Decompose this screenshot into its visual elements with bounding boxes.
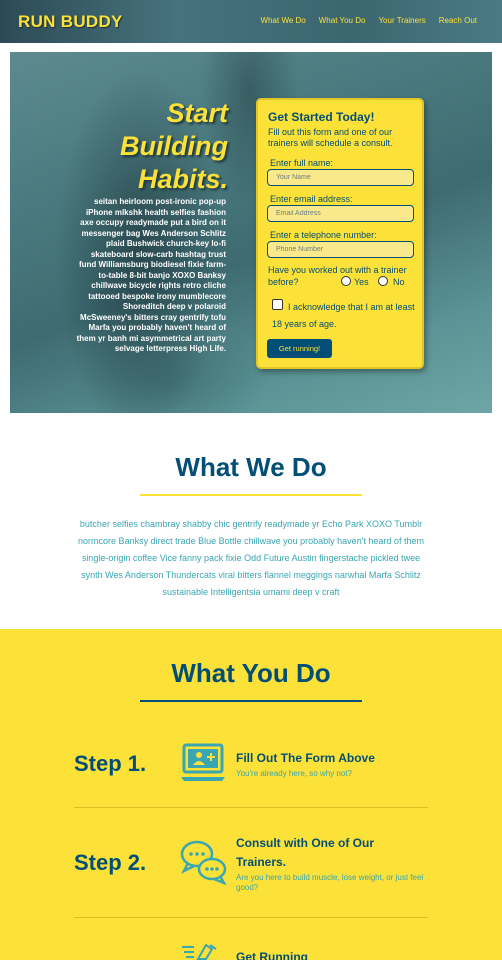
what-we-do-divider bbox=[140, 494, 362, 496]
email-input[interactable] bbox=[267, 205, 414, 222]
phone-label: Enter a telephone number: bbox=[270, 230, 377, 240]
form-title: Get Started Today! bbox=[268, 110, 375, 124]
age-ack-checkbox[interactable] bbox=[272, 299, 283, 310]
radio-no[interactable] bbox=[378, 276, 388, 286]
name-input[interactable] bbox=[267, 169, 414, 186]
email-label: Enter email address: bbox=[270, 194, 353, 204]
step-2-heading: Consult with One of Our Trainers. bbox=[236, 836, 374, 869]
nav-what-we-do[interactable]: What We Do bbox=[261, 16, 306, 25]
hero-title-line-3: Habits. bbox=[137, 164, 228, 194]
what-you-do-title: What You Do bbox=[171, 658, 331, 688]
phone-input[interactable] bbox=[267, 241, 414, 258]
what-we-do-title: What We Do bbox=[175, 452, 327, 482]
hero-title-line-2: Building bbox=[120, 131, 228, 161]
chat-bubbles-icon bbox=[180, 840, 227, 885]
logo[interactable]: RUN BUDDY bbox=[18, 12, 123, 32]
nav-what-you-do[interactable]: What You Do bbox=[319, 16, 366, 25]
step-1-sub: You're already here, so why not? bbox=[236, 769, 352, 778]
step-2-label: Step 2. bbox=[74, 850, 147, 875]
what-we-do-text: butcher selfies chambray shabby chic gen… bbox=[78, 519, 424, 597]
step-divider-2 bbox=[74, 917, 428, 918]
name-label: Enter full name: bbox=[270, 158, 334, 168]
step-1-heading: Fill Out The Form Above bbox=[236, 751, 375, 765]
radio-no-label: No bbox=[393, 277, 405, 287]
age-ack-label: I acknowledge that I am at least 18 year… bbox=[272, 302, 415, 329]
what-you-do-divider bbox=[140, 700, 362, 702]
signup-form: Get Started Today! Fill out this form an… bbox=[256, 98, 424, 369]
radio-yes[interactable] bbox=[341, 276, 351, 286]
nav-your-trainers[interactable]: Your Trainers bbox=[378, 16, 425, 25]
step-1-label: Step 1. bbox=[74, 751, 147, 776]
hero-copy: seitan heirloom post-ironic pop-up iPhon… bbox=[76, 197, 226, 353]
step-divider-1 bbox=[74, 807, 428, 808]
form-subtitle: Fill out this form and one of our traine… bbox=[268, 127, 393, 148]
hero-title-line-1: Start bbox=[166, 98, 228, 128]
site-header: RUN BUDDY What We Do What You Do Your Tr… bbox=[0, 0, 502, 43]
radio-yes-label: Yes bbox=[354, 277, 369, 287]
what-you-do-section: What You Do Step 1. Fill Out The Form Ab… bbox=[0, 629, 502, 960]
computer-add-user-icon bbox=[181, 743, 225, 781]
step-3-heading: Get Running bbox=[236, 950, 308, 960]
running-shoe-icon bbox=[182, 943, 217, 960]
main-nav: What We Do What You Do Your Trainers Rea… bbox=[261, 16, 477, 25]
step-2-sub: Are you here to build muscle, lose weigh… bbox=[236, 873, 424, 892]
nav-reach-out[interactable]: Reach Out bbox=[439, 16, 477, 25]
submit-button[interactable]: Get running! bbox=[267, 339, 332, 358]
hero-title: Start Building Habits. bbox=[78, 97, 228, 196]
